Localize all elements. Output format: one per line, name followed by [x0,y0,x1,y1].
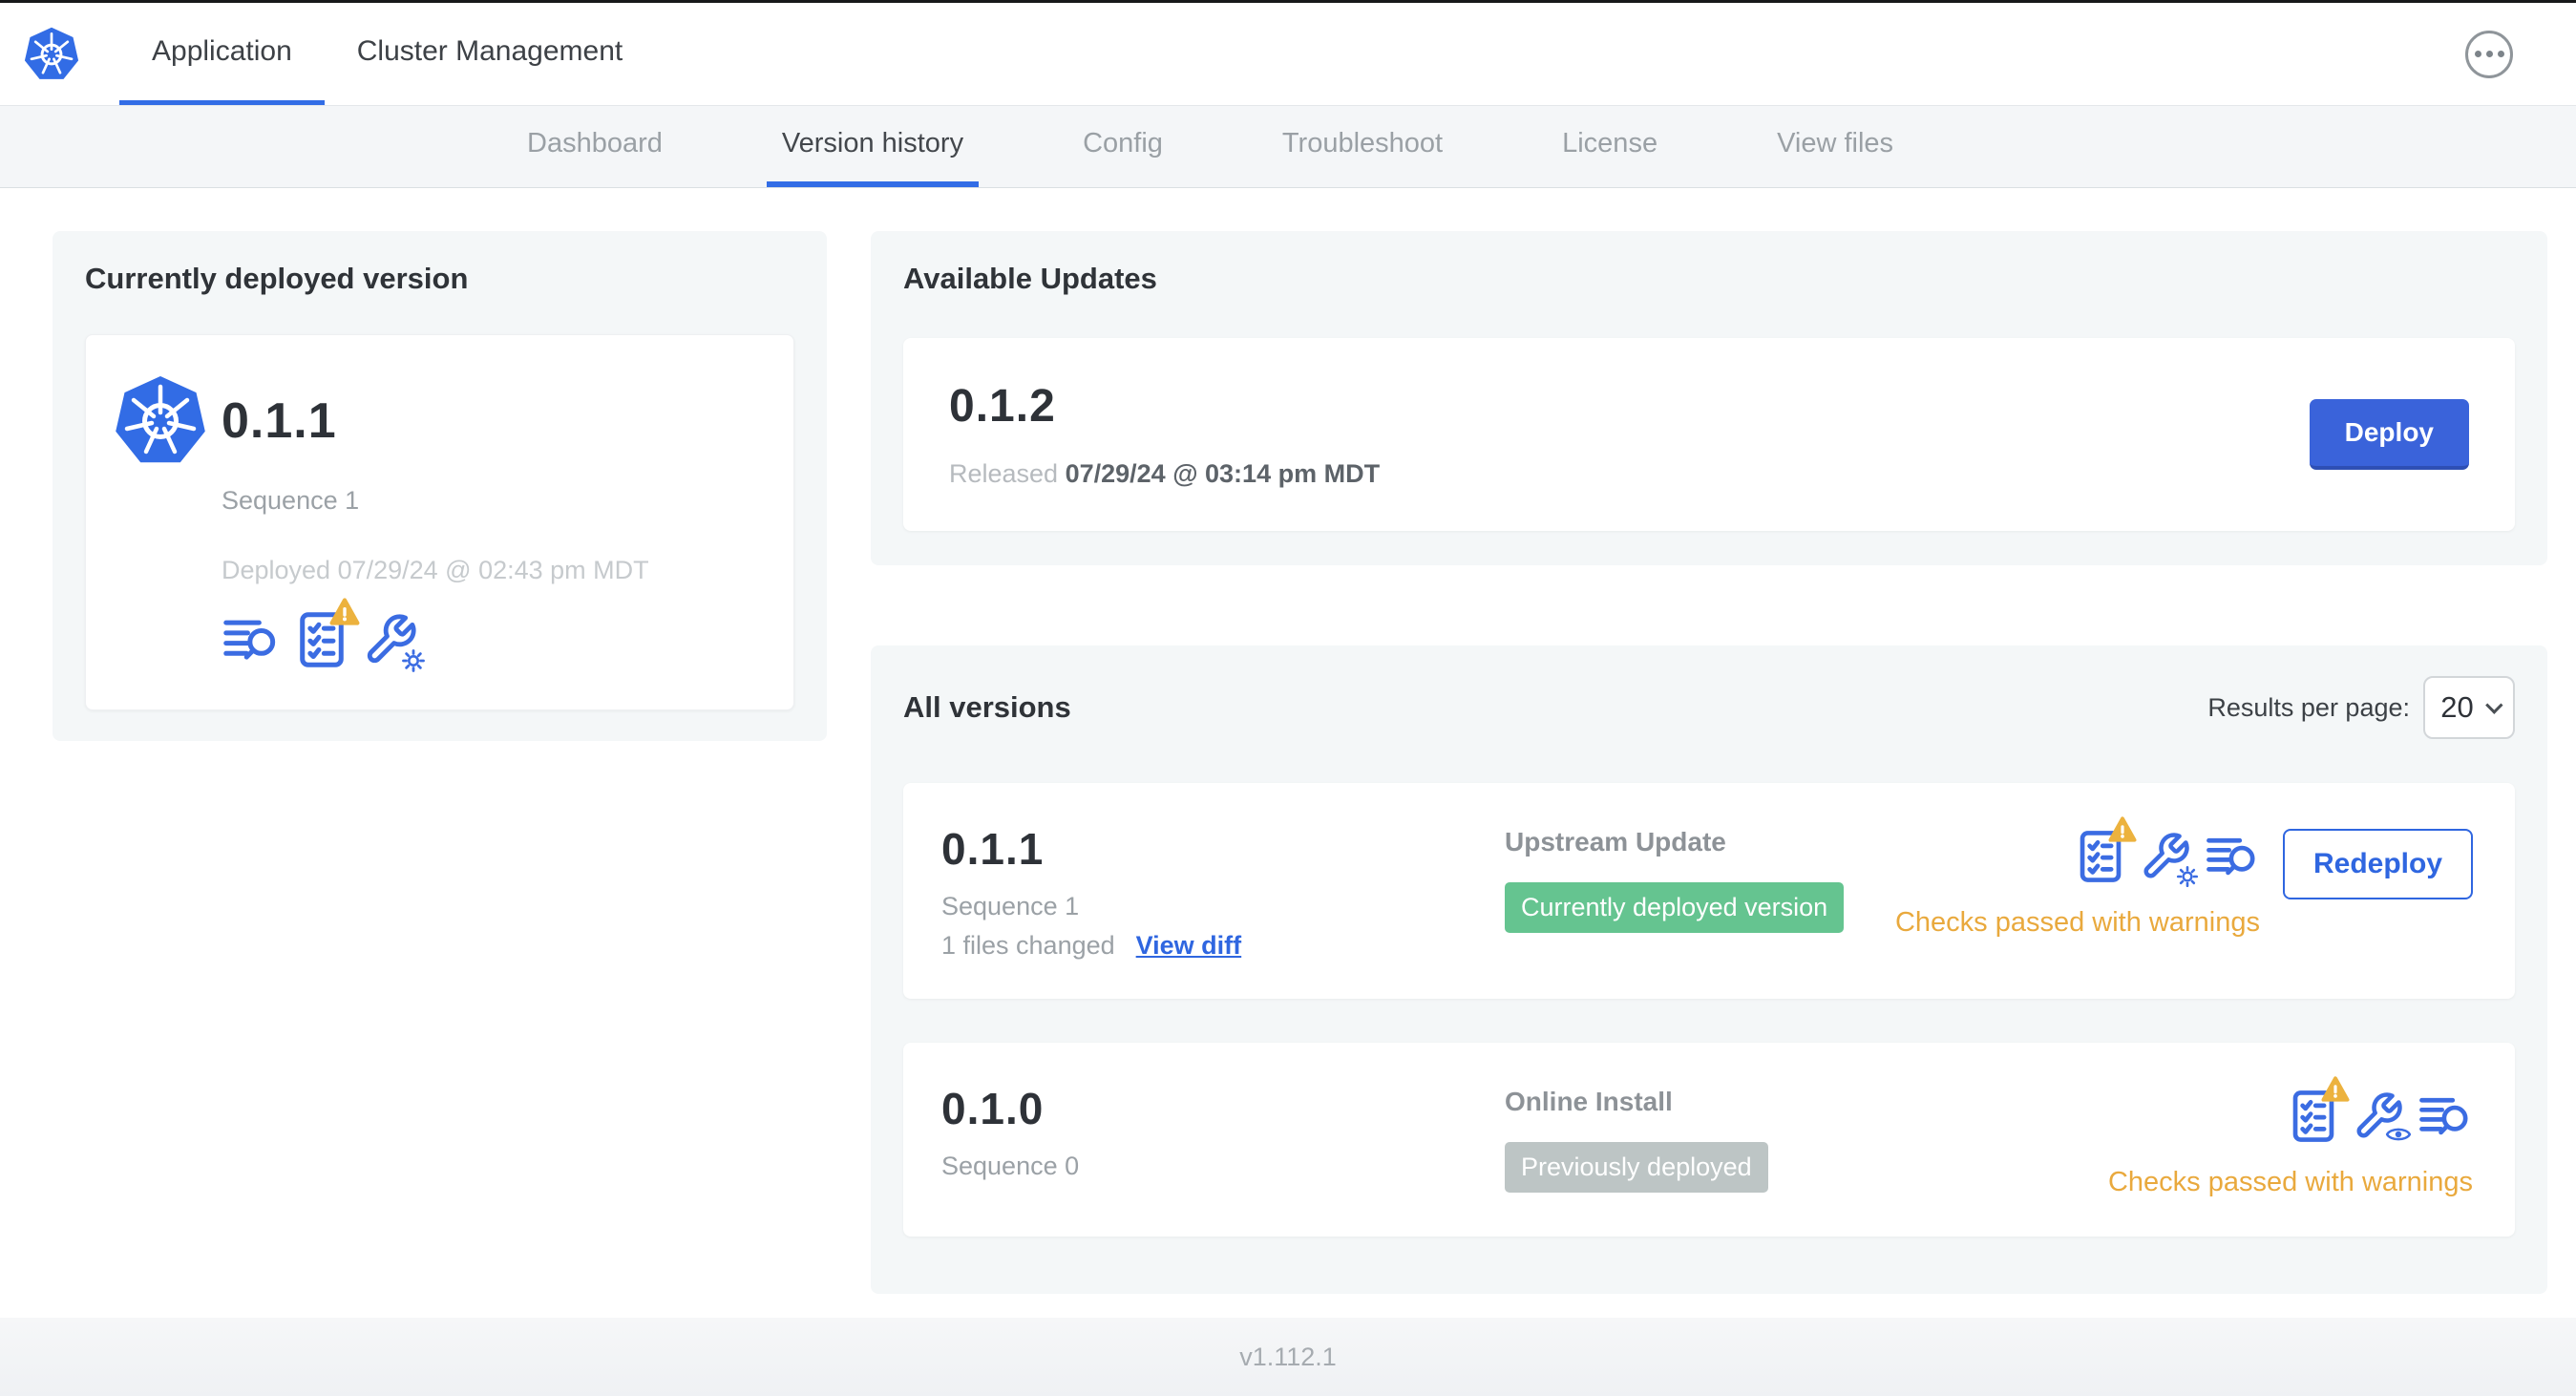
eye-icon [2385,1128,2412,1141]
view-diff-icon[interactable] [222,612,281,667]
warning-triangle-icon [2108,816,2137,842]
row-version-number: 0.1.0 [941,1084,1045,1133]
deployed-version-number: 0.1.1 [222,393,337,449]
status-badge: Currently deployed version [1505,882,1845,933]
available-updates-title: Available Updates [903,262,1157,295]
deploy-button[interactable]: Deploy [2309,399,2469,470]
version-source: Online Install [1505,1087,1673,1116]
update-released-line: Released 07/29/24 @ 03:14 pm MDT [949,459,1380,489]
view-diff-link[interactable]: View diff [1136,931,1242,961]
all-versions-title: All versions [903,690,1071,724]
row-sequence: Sequence 0 [941,1152,1080,1180]
version-row-0-1-0: 0.1.0 Sequence 0 Online Install Previous… [903,1043,2515,1237]
available-updates-card: Available Updates 0.1.2 Released 07/29/2… [871,231,2547,565]
currently-deployed-section: Currently deployed version 0.1.1 Sequenc… [53,231,827,1318]
deployed-sequence: Sequence 1 [222,486,360,515]
tab-version-history[interactable]: Version history [766,106,980,187]
row-sequence: Sequence 1 [941,892,1080,920]
view-config-icon[interactable] [2353,1090,2412,1142]
deployed-version-card: 0.1.1 Sequence 1 Deployed 07/29/24 @ 02:… [85,334,794,710]
warning-triangle-icon [2321,1076,2350,1102]
gear-icon [401,648,426,673]
main-content: Currently deployed version 0.1.1 Sequenc… [0,188,2576,1318]
edit-config-icon[interactable] [363,612,426,673]
app-header: Application Cluster Management [0,3,2576,106]
tab-license[interactable]: License [1547,106,1673,187]
tab-cluster-management[interactable]: Cluster Management [325,3,655,105]
tab-dashboard[interactable]: Dashboard [512,106,678,187]
deployed-timestamp: Deployed 07/29/24 @ 02:43 pm MDT [222,556,649,584]
tab-application[interactable]: Application [119,3,325,105]
app-logo-icon [113,373,208,469]
header-tabs: Application Cluster Management [119,3,655,105]
chevron-down-icon [2484,695,2503,714]
results-per-page-select[interactable]: 20 [2423,676,2515,739]
tab-view-files[interactable]: View files [1762,106,1909,187]
status-badge: Previously deployed [1505,1142,1768,1193]
app-subnav: Dashboard Version history Config Trouble… [0,106,2576,188]
currently-deployed-card: Currently deployed version 0.1.1 Sequenc… [53,231,827,741]
results-per-page-label: Results per page: [2207,692,2410,722]
view-diff-icon[interactable] [2418,1090,2473,1142]
gear-icon [2176,865,2199,888]
preflight-checks-icon[interactable] [2288,1076,2350,1144]
checks-status-text: Checks passed with warnings [1894,907,2260,938]
warning-triangle-icon [328,597,361,626]
files-changed-text: 1 files changed [941,931,1115,960]
deployed-version-actions [222,610,759,673]
console-version: v1.112.1 [1239,1342,1337,1371]
released-date: 07/29/24 @ 03:14 pm MDT [1065,459,1381,488]
right-column: Available Updates 0.1.2 Released 07/29/2… [871,231,2547,1318]
version-row-0-1-1: 0.1.1 Sequence 1 1 files changed View di… [903,783,2515,999]
results-per-page: Results per page: 20 [2207,676,2515,739]
view-diff-icon[interactable] [2205,831,2260,882]
all-versions-card: All versions Results per page: 20 0.1.1 … [871,645,2547,1294]
version-source: Upstream Update [1505,827,1726,857]
row-version-number: 0.1.1 [941,824,1045,874]
update-row: 0.1.2 Released 07/29/24 @ 03:14 pm MDT D… [903,338,2515,531]
edit-config-icon[interactable] [2140,831,2199,888]
redeploy-button[interactable]: Redeploy [2282,829,2473,899]
tab-config[interactable]: Config [1067,106,1178,187]
checks-status-text: Checks passed with warnings [2107,1167,2473,1197]
preflight-checks-icon[interactable] [294,610,349,669]
tab-troubleshoot[interactable]: Troubleshoot [1267,106,1458,187]
overflow-menu-icon[interactable] [2465,30,2513,78]
currently-deployed-title: Currently deployed version [85,262,469,295]
app-footer: v1.112.1 [0,1318,2576,1396]
preflight-checks-icon[interactable] [2075,816,2137,884]
kubernetes-logo-icon [23,26,80,81]
update-version-number: 0.1.2 [949,381,1056,432]
header-right [2465,3,2576,105]
results-per-page-value: 20 [2440,690,2474,724]
released-label: Released [949,459,1059,488]
